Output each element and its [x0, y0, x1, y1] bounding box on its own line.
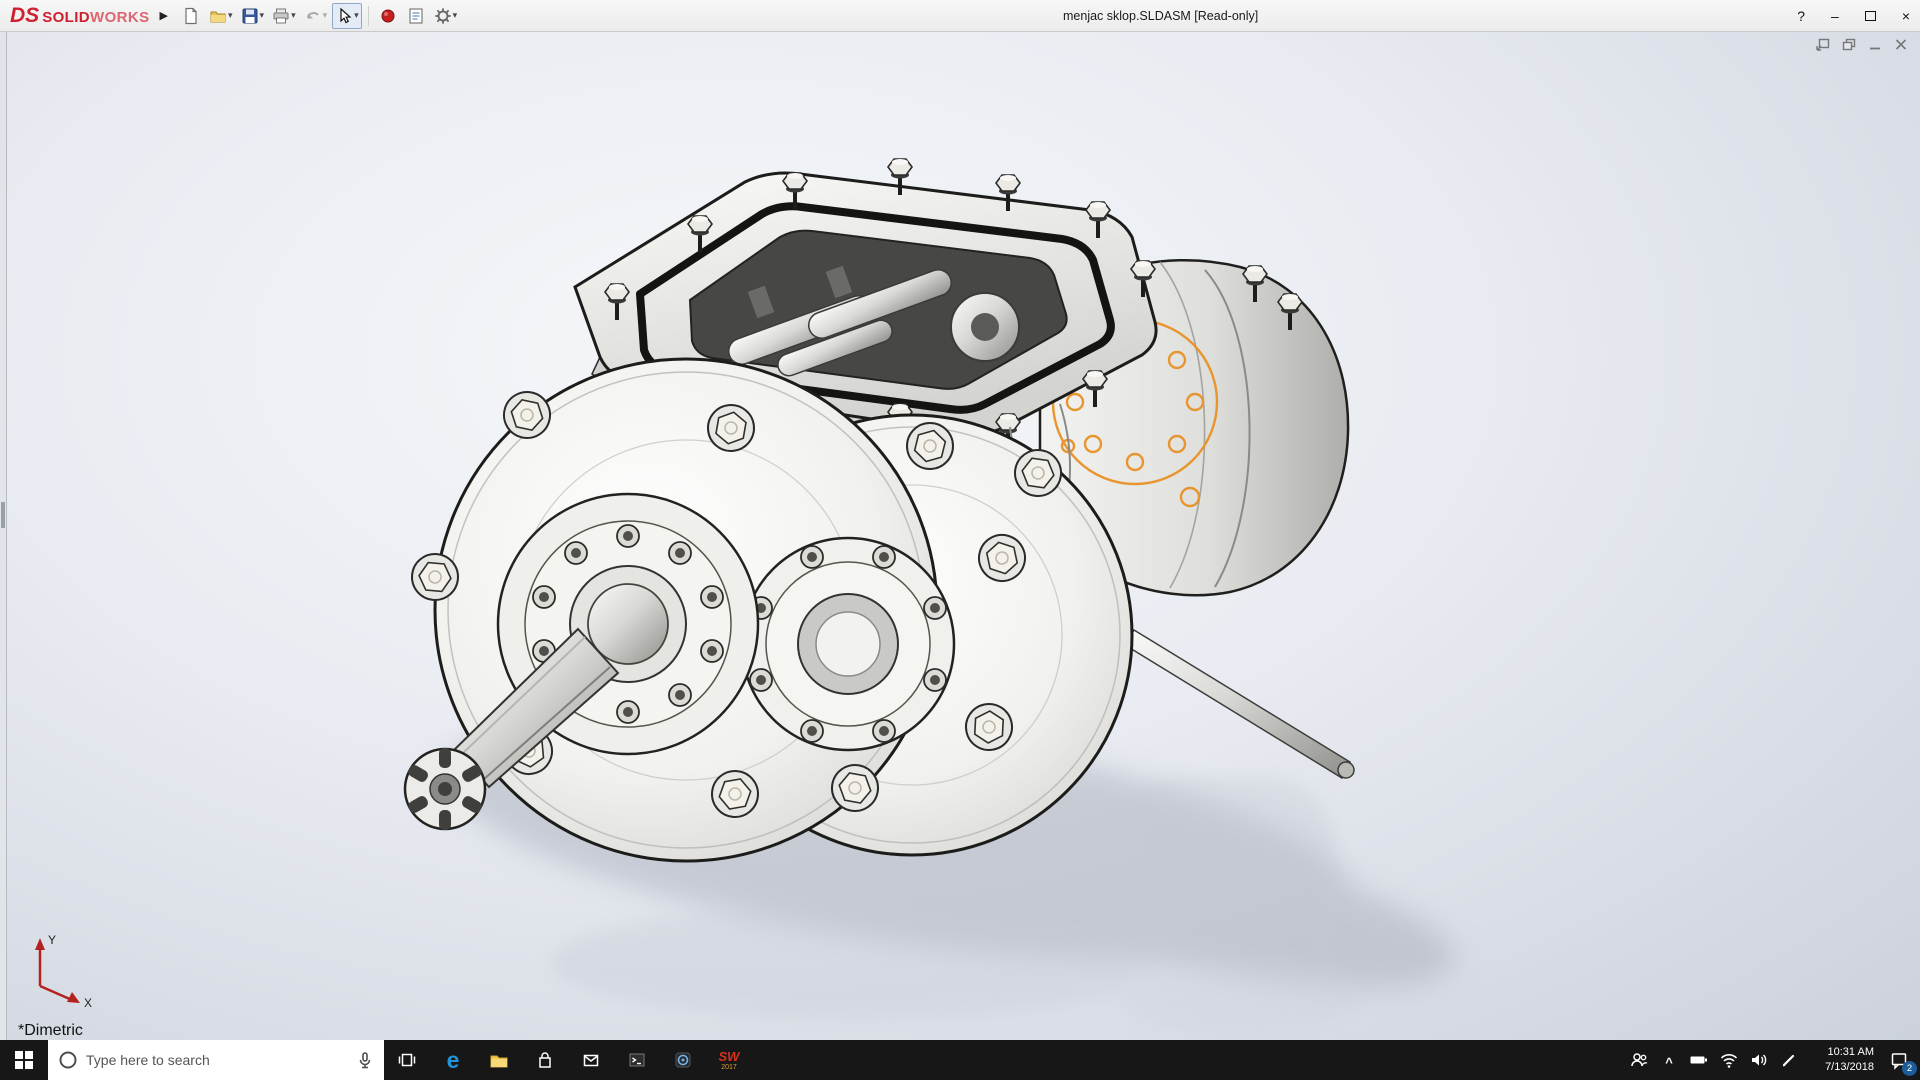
- cortana-icon: [58, 1050, 78, 1070]
- search-input[interactable]: [86, 1052, 356, 1068]
- file-explorer-button[interactable]: [476, 1040, 522, 1080]
- undo-caret-icon[interactable]: ▾: [323, 10, 328, 21]
- titlebar: DSSOLIDWORKS ▶ ▾ ▾: [0, 0, 1920, 32]
- close-window-icon[interactable]: [1894, 38, 1908, 51]
- document-title: menjac sklop.SLDASM [Read-only]: [1063, 0, 1258, 32]
- document-properties-button[interactable]: [403, 3, 429, 29]
- main-toolbar: ▾ ▾ ▾ ▾: [178, 3, 460, 29]
- media-app-icon: [673, 1050, 693, 1070]
- console-button[interactable]: [614, 1040, 660, 1080]
- pen-button[interactable]: [1774, 1040, 1804, 1080]
- document-properties-icon: [407, 7, 425, 25]
- save-icon: [241, 7, 259, 25]
- action-center-button[interactable]: 2: [1878, 1040, 1920, 1080]
- file-explorer-icon: [489, 1050, 509, 1070]
- print-caret-icon[interactable]: ▾: [291, 10, 296, 21]
- wifi-icon: [1719, 1050, 1739, 1070]
- pen-icon: [1779, 1050, 1799, 1070]
- microphone-icon[interactable]: [356, 1051, 374, 1069]
- print-icon: [272, 7, 290, 25]
- print-button[interactable]: ▾: [269, 3, 299, 29]
- windows-taskbar: e SW 2017: [0, 1040, 1920, 1080]
- media-app-button[interactable]: [660, 1040, 706, 1080]
- select-tool-button[interactable]: ▾: [332, 3, 362, 29]
- graphics-viewport[interactable]: Y X *Dimetric: [0, 32, 1920, 1040]
- battery-button[interactable]: [1684, 1040, 1714, 1080]
- output-shaft[interactable]: [1125, 630, 1354, 778]
- open-caret-icon[interactable]: ▾: [228, 10, 233, 21]
- mail-button[interactable]: [568, 1040, 614, 1080]
- solidworks-app-icon: SW: [719, 1050, 740, 1063]
- float-window-icon[interactable]: [1816, 38, 1830, 51]
- solidworks-app-year: 2017: [721, 1064, 737, 1071]
- window-controls: ? – ×: [1797, 0, 1910, 32]
- people-icon: [1629, 1050, 1649, 1070]
- menu-expand-arrow-icon[interactable]: ▶: [160, 9, 168, 22]
- logo-solid-text: SOLID: [42, 9, 90, 26]
- system-tray: ^: [1624, 1040, 1920, 1080]
- edge-button[interactable]: e: [430, 1040, 476, 1080]
- gearbox-assembly-model[interactable]: [0, 32, 1920, 1040]
- tray-overflow-button[interactable]: ^: [1654, 1040, 1684, 1080]
- solidworks-logo: DSSOLIDWORKS: [0, 4, 156, 28]
- open-button[interactable]: ▾: [206, 3, 236, 29]
- edge-icon: e: [447, 1049, 460, 1072]
- restore-window-icon[interactable]: [1842, 38, 1856, 51]
- undo-button[interactable]: ▾: [301, 3, 331, 29]
- select-caret-icon[interactable]: ▾: [354, 10, 359, 21]
- notification-badge: 2: [1902, 1061, 1917, 1076]
- clock[interactable]: 10:31 AM 7/13/2018: [1804, 1040, 1878, 1080]
- start-button[interactable]: [0, 1040, 48, 1080]
- undo-icon: [304, 7, 322, 25]
- record-macro-icon: [379, 7, 397, 25]
- start-icon: [15, 1051, 33, 1069]
- new-document-button[interactable]: [178, 3, 204, 29]
- select-cursor-icon: [335, 7, 353, 25]
- new-document-icon: [182, 7, 200, 25]
- minimize-button[interactable]: –: [1831, 9, 1839, 23]
- record-macro-button[interactable]: [375, 3, 401, 29]
- options-gear-icon: [434, 7, 452, 25]
- view-orientation-label: *Dimetric: [18, 1022, 83, 1040]
- options-caret-icon[interactable]: ▾: [453, 10, 458, 21]
- solidworks-app-button[interactable]: SW 2017: [706, 1040, 752, 1080]
- volume-button[interactable]: [1744, 1040, 1774, 1080]
- help-button[interactable]: ?: [1797, 9, 1805, 23]
- orientation-triad: Y X: [24, 930, 104, 1008]
- tray-time: 10:31 AM: [1828, 1045, 1874, 1060]
- triad-x-label: X: [84, 996, 92, 1008]
- network-button[interactable]: [1714, 1040, 1744, 1080]
- console-icon: [627, 1050, 647, 1070]
- logo-ds-icon: DS: [10, 4, 39, 28]
- document-window-controls: [1816, 38, 1908, 51]
- volume-icon: [1749, 1050, 1769, 1070]
- close-button[interactable]: ×: [1902, 9, 1910, 23]
- task-view-icon: [397, 1050, 417, 1070]
- triad-y-label: Y: [48, 933, 56, 947]
- logo-works-text: WORKS: [90, 9, 150, 26]
- taskbar-search[interactable]: [48, 1040, 384, 1080]
- task-view-button[interactable]: [384, 1040, 430, 1080]
- tray-date: 7/13/2018: [1825, 1060, 1874, 1075]
- spline-end: [405, 748, 485, 830]
- minimize-window-icon[interactable]: [1868, 38, 1882, 51]
- open-icon: [209, 7, 227, 25]
- toolbar-separator: [368, 6, 369, 26]
- battery-icon: [1689, 1050, 1709, 1070]
- save-caret-icon[interactable]: ▾: [260, 10, 265, 21]
- chevron-up-icon: ^: [1665, 1055, 1673, 1070]
- people-button[interactable]: [1624, 1040, 1654, 1080]
- mail-icon: [581, 1050, 601, 1070]
- options-button[interactable]: ▾: [431, 3, 461, 29]
- store-button[interactable]: [522, 1040, 568, 1080]
- store-icon: [535, 1050, 555, 1070]
- save-button[interactable]: ▾: [238, 3, 268, 29]
- maximize-button[interactable]: [1865, 11, 1876, 21]
- right-flange[interactable]: [742, 538, 954, 750]
